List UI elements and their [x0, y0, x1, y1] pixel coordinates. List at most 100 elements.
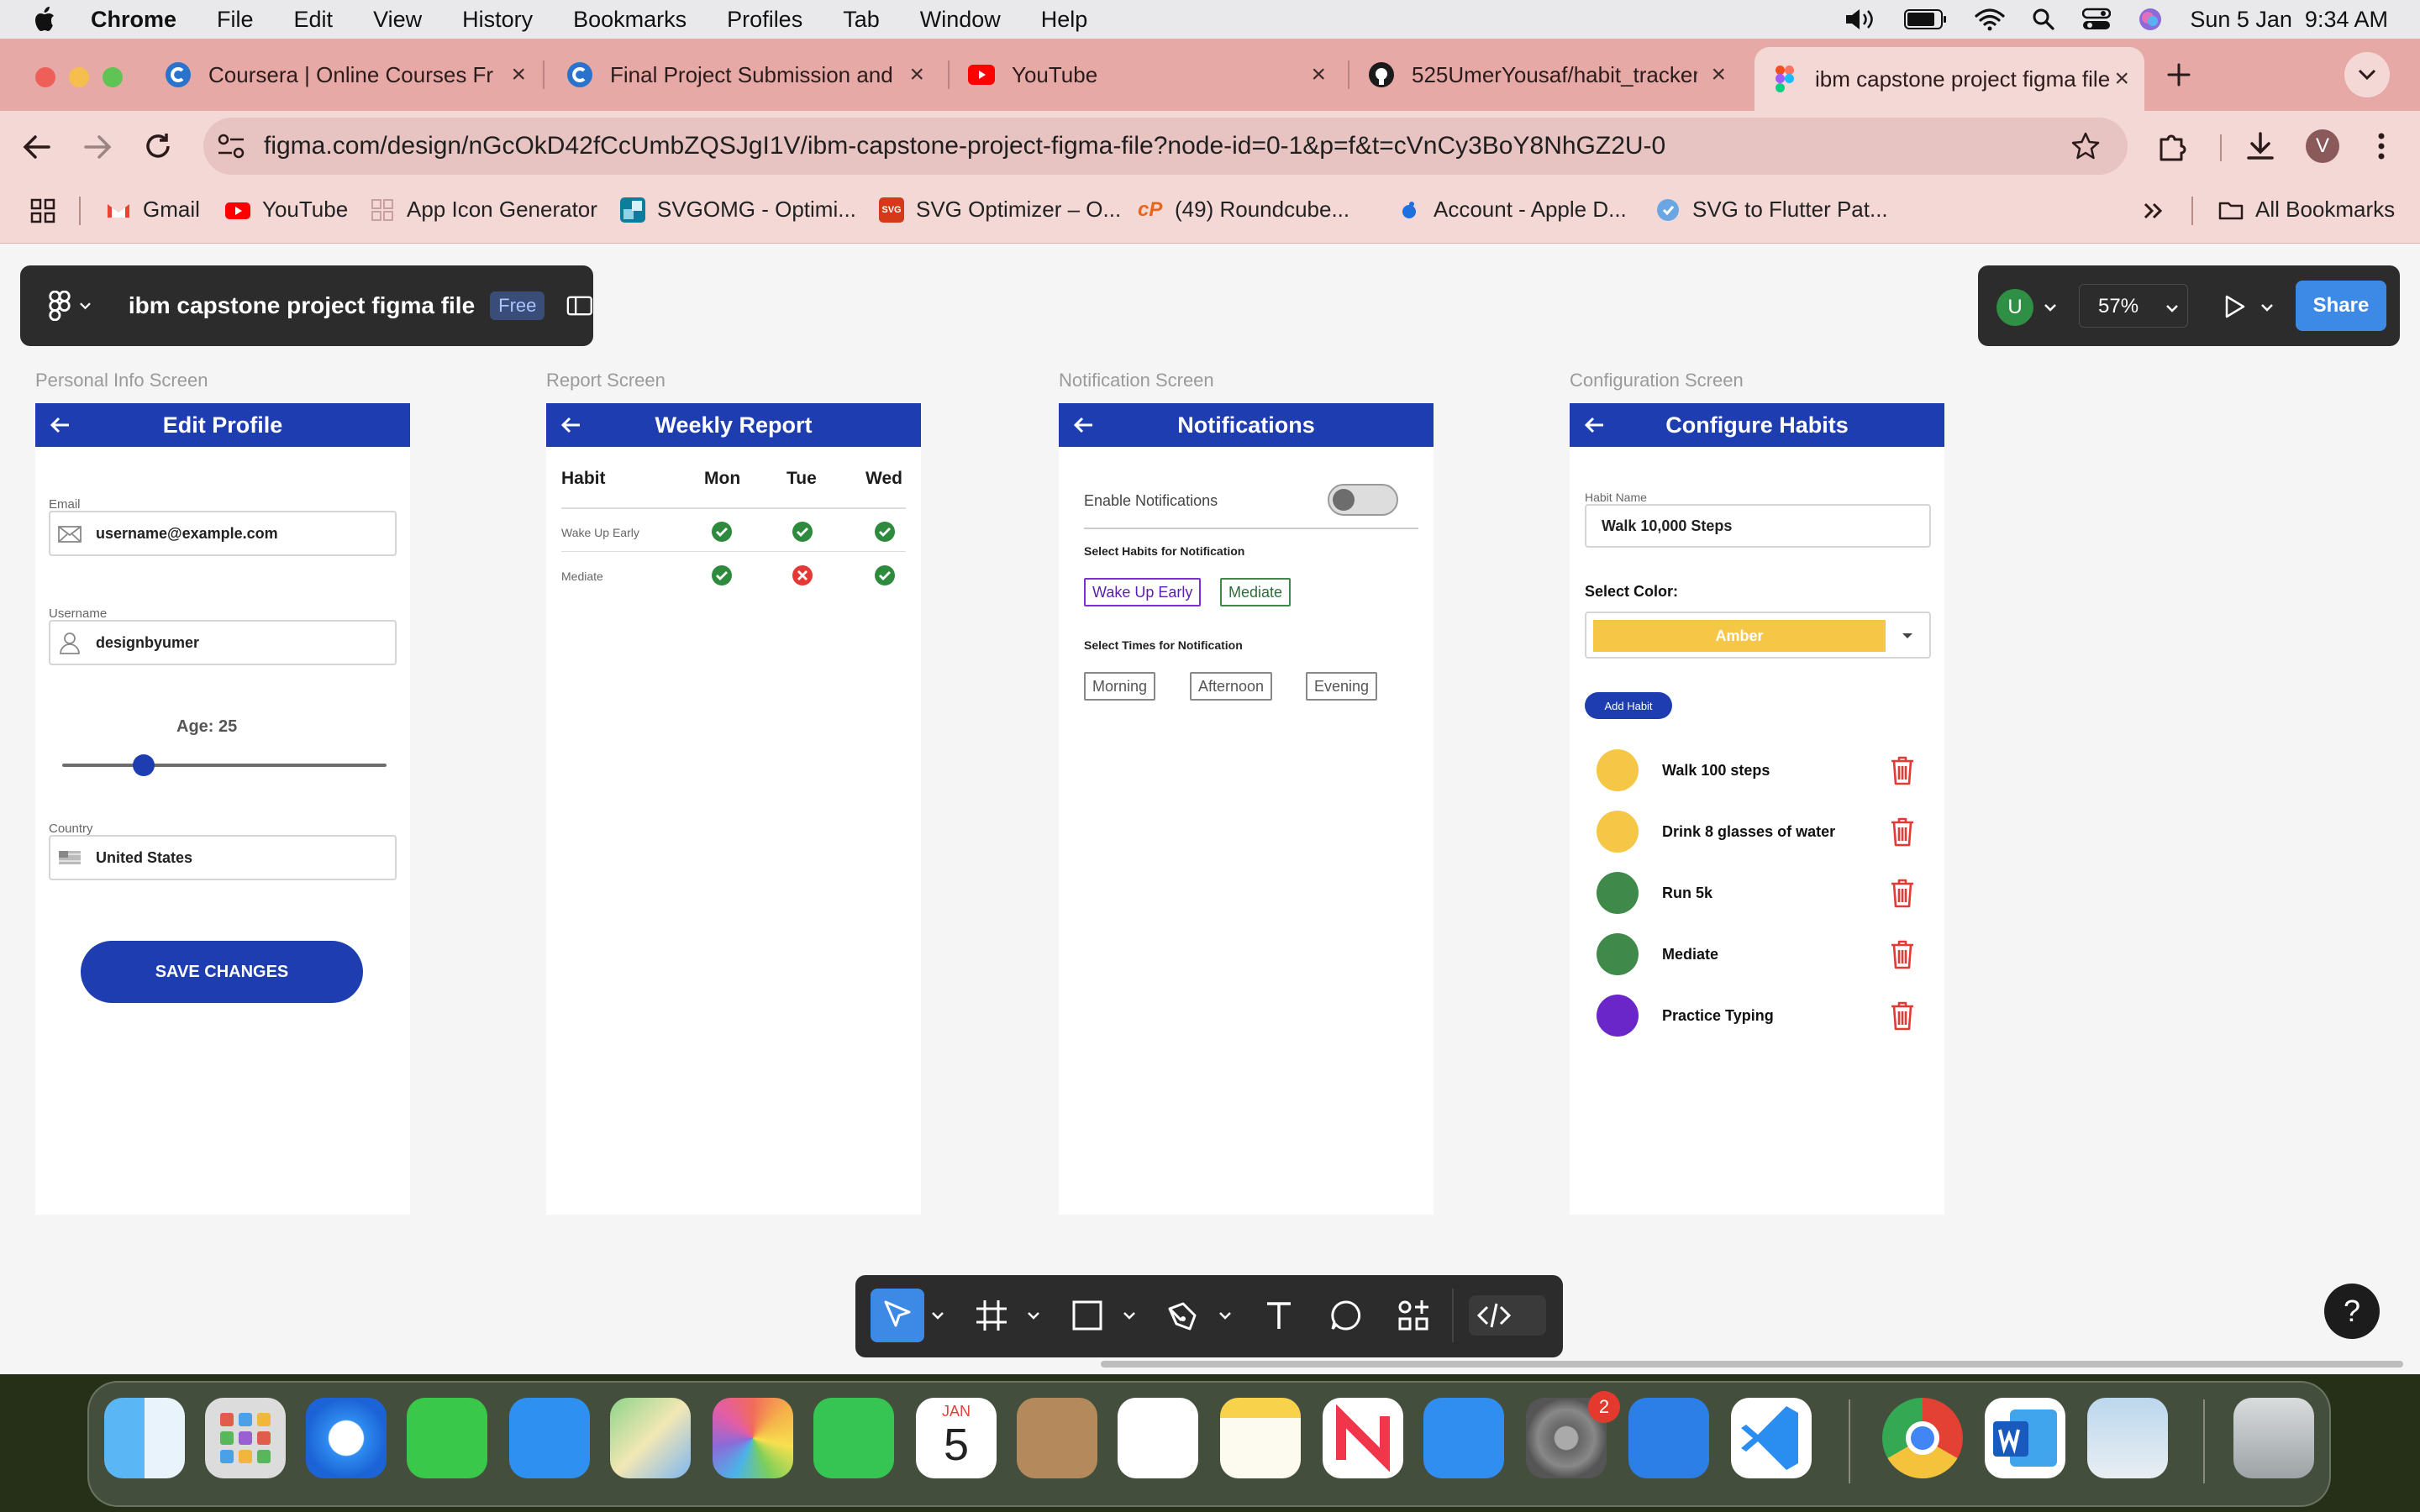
reminders-icon[interactable]	[1118, 1398, 1198, 1478]
figma-menu-icon[interactable]	[49, 291, 71, 321]
wifi-icon[interactable]	[1975, 8, 2005, 31]
spotlight-search-icon[interactable]	[2032, 8, 2055, 31]
trash-icon[interactable]	[2233, 1398, 2314, 1478]
close-icon[interactable]: ×	[909, 60, 924, 89]
launchpad-icon[interactable]	[205, 1398, 286, 1478]
bookmark-svgomg[interactable]: SVGOMG - Optimi...	[620, 197, 856, 223]
habit-row[interactable]: Walk 100 steps	[1597, 749, 1916, 791]
back-arrow-icon[interactable]	[1072, 413, 1096, 437]
notes-icon[interactable]	[1220, 1398, 1301, 1478]
frame-report[interactable]: Weekly Report Habit Mon Tue Wed Wake Up …	[546, 403, 921, 1215]
rectangle-tool-icon[interactable]	[1069, 1297, 1106, 1334]
save-changes-button[interactable]: SAVE CHANGES	[81, 941, 363, 1003]
time-chip-morning[interactable]: Morning	[1084, 672, 1156, 701]
chevron-down-icon[interactable]	[79, 301, 92, 311]
time-chip-evening[interactable]: Evening	[1306, 672, 1378, 701]
habit-chip-wake-up-early[interactable]: Wake Up Early	[1084, 578, 1202, 606]
close-icon[interactable]: ×	[511, 60, 526, 89]
app-store-icon[interactable]	[1423, 1398, 1504, 1478]
menu-help[interactable]: Help	[1041, 7, 1088, 33]
username-field[interactable]: designbyumer	[49, 620, 397, 665]
messages-icon[interactable]	[407, 1398, 487, 1478]
chevron-down-icon[interactable]	[1027, 1310, 1040, 1320]
finder-icon[interactable]	[104, 1398, 185, 1478]
chevron-down-icon[interactable]	[2044, 302, 2057, 312]
calendar-icon[interactable]: JAN 5	[916, 1398, 997, 1478]
frame-label-notification[interactable]: Notification Screen	[1059, 370, 1214, 391]
user-avatar[interactable]: U	[1996, 289, 2033, 326]
tab-youtube[interactable]: YouTube ×	[968, 50, 1333, 99]
all-bookmarks[interactable]: All Bookmarks	[2218, 197, 2395, 223]
habit-row[interactable]: Drink 8 glasses of water	[1597, 811, 1916, 853]
contacts-icon[interactable]	[1017, 1398, 1097, 1478]
bookmark-star-icon[interactable]	[2070, 131, 2101, 161]
apps-grid-icon[interactable]	[30, 198, 55, 223]
time-chip-afternoon[interactable]: Afternoon	[1190, 672, 1273, 701]
apple-icon[interactable]	[29, 3, 62, 36]
menu-view[interactable]: View	[373, 7, 422, 33]
tab-search-button[interactable]	[2344, 52, 2390, 97]
frame-label-configuration[interactable]: Configuration Screen	[1570, 370, 1744, 391]
pen-tool-icon[interactable]	[1165, 1297, 1202, 1334]
slider-thumb[interactable]	[133, 754, 155, 776]
file-title[interactable]: ibm capstone project figma file	[129, 292, 475, 319]
window-minimize-button[interactable]	[69, 67, 89, 87]
text-tool-icon[interactable]	[1260, 1297, 1297, 1334]
forward-icon[interactable]	[82, 133, 113, 161]
preview-icon[interactable]	[2087, 1398, 2168, 1478]
menu-tab[interactable]: Tab	[843, 7, 880, 33]
help-button[interactable]: ?	[2324, 1284, 2380, 1339]
control-center-icon[interactable]	[2082, 8, 2112, 31]
vscode-icon[interactable]	[1731, 1398, 1812, 1478]
battery-icon[interactable]	[1904, 8, 1948, 30]
close-icon[interactable]: ×	[1711, 60, 1726, 89]
country-field[interactable]: United States	[49, 835, 397, 880]
tab-github[interactable]: 525UmerYousaf/habit_tracker ×	[1368, 50, 1733, 99]
extensions-icon[interactable]	[2158, 131, 2190, 161]
reload-icon[interactable]	[143, 131, 173, 161]
xcode-icon[interactable]	[1628, 1398, 1709, 1478]
frame-label-report[interactable]: Report Screen	[546, 370, 666, 391]
back-icon[interactable]	[22, 133, 52, 161]
present-play-icon[interactable]	[2223, 294, 2247, 319]
bookmark-apple-account[interactable]: Account - Apple D...	[1397, 197, 1627, 223]
photos-icon[interactable]	[713, 1398, 793, 1478]
actions-tool-icon[interactable]	[1395, 1297, 1432, 1334]
chevron-down-icon[interactable]	[1218, 1310, 1232, 1320]
chevron-down-icon[interactable]	[2260, 302, 2274, 312]
back-arrow-icon[interactable]	[560, 413, 583, 437]
more-bookmarks-chevron-icon[interactable]	[2143, 202, 2163, 220]
siri-icon[interactable]	[2138, 7, 2163, 32]
habit-row[interactable]: Run 5k	[1597, 872, 1916, 914]
bookmark-youtube[interactable]: YouTube	[225, 197, 348, 223]
chevron-down-icon[interactable]	[931, 1310, 944, 1320]
profile-avatar[interactable]: V	[2306, 129, 2339, 163]
share-button[interactable]: Share	[2296, 281, 2386, 331]
menu-bookmarks[interactable]: Bookmarks	[573, 7, 687, 33]
zoom-control[interactable]: 57%	[2079, 284, 2188, 328]
trash-icon[interactable]	[1889, 816, 1916, 848]
maps-icon[interactable]	[610, 1398, 691, 1478]
comment-tool-icon[interactable]	[1328, 1297, 1365, 1334]
bookmark-app-icon-generator[interactable]: App Icon Generator	[370, 197, 597, 223]
close-icon[interactable]: ×	[1311, 60, 1326, 89]
safari-icon[interactable]	[306, 1398, 387, 1478]
bookmark-svg-optimizer[interactable]: SVG SVG Optimizer – O...	[879, 197, 1121, 223]
age-slider[interactable]	[62, 753, 387, 778]
habit-row[interactable]: Mediate	[1597, 933, 1916, 975]
tab-final-project[interactable]: Final Project Submission and ×	[566, 50, 931, 99]
habit-name-field[interactable]: Walk 10,000 Steps	[1585, 504, 1931, 548]
facetime-icon[interactable]	[813, 1398, 894, 1478]
url-text[interactable]: figma.com/design/nGcOkD42fCcUmbZQSJgI1V/…	[264, 132, 1665, 160]
bookmark-svg-to-flutter[interactable]: SVG to Flutter Pat...	[1655, 197, 1888, 223]
email-field[interactable]: username@example.com	[49, 511, 397, 556]
news-icon[interactable]	[1323, 1398, 1403, 1478]
menu-edit[interactable]: Edit	[294, 7, 334, 33]
trash-icon[interactable]	[1889, 938, 1916, 970]
menu-window[interactable]: Window	[920, 7, 1001, 33]
word-icon[interactable]	[1985, 1398, 2065, 1478]
new-tab-icon[interactable]	[2166, 62, 2191, 87]
color-dropdown[interactable]: Amber	[1585, 612, 1931, 659]
close-icon[interactable]: ×	[2114, 65, 2129, 93]
menubar-clock[interactable]: Sun 5 Jan 9:34 AM	[2190, 7, 2388, 33]
